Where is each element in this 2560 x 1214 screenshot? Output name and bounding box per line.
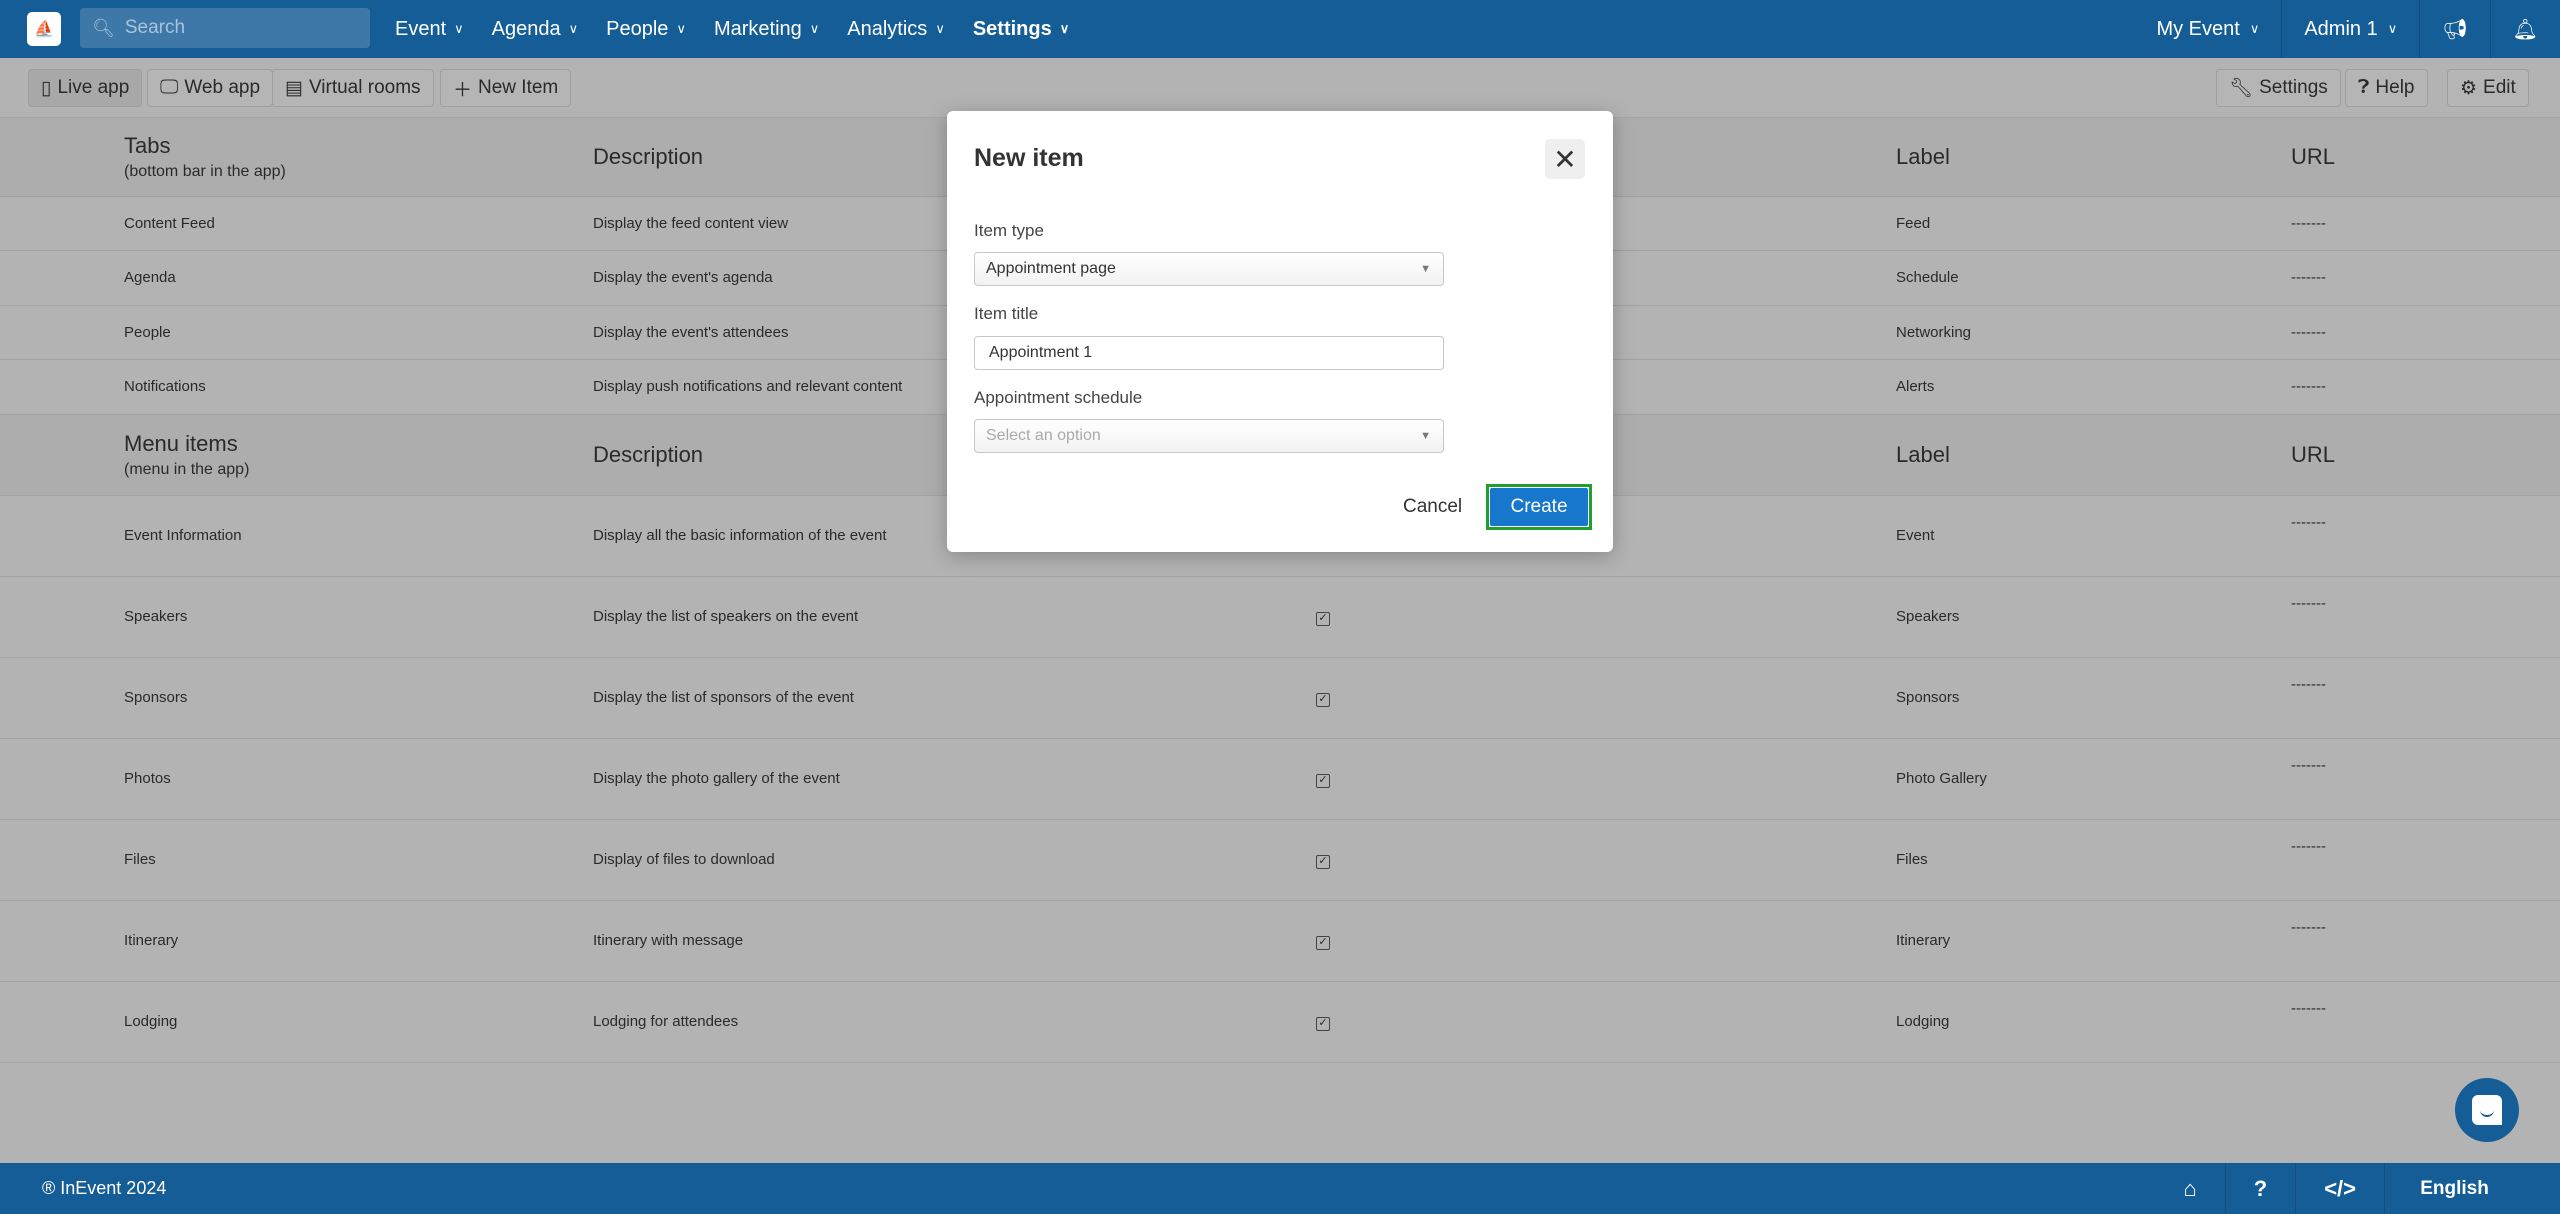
modal-title: New item	[974, 144, 1084, 172]
chevron-down-icon: ∨	[568, 21, 579, 36]
table-row[interactable]: Lodging Lodging for attendees ✓ Lodging ----…	[0, 981, 2560, 1063]
caret-down-icon: ▼	[1420, 263, 1431, 275]
help-button[interactable]: ❓︎ Help	[2345, 69, 2428, 107]
language-selector[interactable]: English	[2384, 1163, 2524, 1214]
nav-people[interactable]: People ∨	[606, 18, 686, 41]
web-app-button[interactable]: 🖵︎ Web app	[147, 69, 274, 107]
code-icon[interactable]: </>	[2295, 1163, 2384, 1214]
checkbox-checked-icon[interactable]: ✓	[1316, 692, 1330, 707]
nav-marketing[interactable]: Marketing ∨	[714, 18, 819, 41]
table-row[interactable]: Files Display of files to download ✓ Files -…	[0, 819, 2560, 901]
monitor-icon: 🖵︎	[160, 77, 179, 98]
caret-down-icon: ▼	[1420, 430, 1431, 442]
column-header: URL	[2291, 118, 2560, 197]
user-menu[interactable]: Admin 1 ∨	[2281, 0, 2419, 58]
question-circle-icon: ❓︎	[2358, 77, 2370, 98]
chevron-down-icon: ∨	[676, 21, 686, 36]
chat-icon	[2472, 1095, 2502, 1125]
cancel-button[interactable]: Cancel	[1403, 496, 1462, 518]
checkbox-checked-icon[interactable]: ✓	[1316, 935, 1330, 950]
top-nav-bar: ⛵ 🔍︎ Search Event ∨ Agenda ∨ People ∨ Marketing…	[0, 0, 2560, 58]
nav-agenda[interactable]: Agenda ∨	[492, 18, 578, 41]
table-row[interactable]: Speakers Display the list of speakers on …	[0, 576, 2560, 658]
plus-icon: ＋	[453, 79, 473, 101]
table-row[interactable]: Sponsors Display the list of sponsors of …	[0, 657, 2560, 739]
create-button[interactable]: Create	[1489, 487, 1589, 527]
chevron-down-icon: ∨	[454, 21, 464, 36]
new-item-modal: New item ✕ Item type Appointment page ▼ I…	[947, 111, 1613, 552]
chevron-down-icon: ∨	[935, 21, 945, 36]
chevron-down-icon: ∨	[1059, 21, 1070, 36]
chevron-down-icon: ∨	[809, 21, 820, 36]
settings-button[interactable]: 🔧︎ Settings	[2216, 69, 2341, 107]
search-icon: 🔍︎	[92, 17, 115, 38]
checkbox-checked-icon[interactable]: ✓	[1316, 773, 1330, 788]
column-header: Label	[1896, 118, 2291, 197]
item-type-select[interactable]: Appointment page ▼	[974, 252, 1444, 286]
wrench-icon: 🔧︎	[2229, 78, 2254, 99]
search-input[interactable]: 🔍︎ Search	[80, 8, 370, 48]
help-icon[interactable]: ?	[2224, 1163, 2295, 1214]
checkbox-checked-icon[interactable]: ✓	[1316, 854, 1330, 869]
checkbox-checked-icon[interactable]: ✓	[1316, 611, 1330, 626]
nav-event[interactable]: Event ∨	[395, 18, 464, 41]
appointment-schedule-label: Appointment schedule	[974, 388, 1143, 407]
chevron-down-icon: ∨	[2249, 21, 2260, 36]
nav-analytics[interactable]: Analytics ∨	[847, 18, 945, 41]
megaphone-icon[interactable]: 📢︎	[2419, 0, 2489, 58]
appointment-schedule-select[interactable]: Select an option ▼	[974, 419, 1444, 453]
nav-settings[interactable]: Settings ∨	[973, 18, 1069, 41]
checkbox-checked-icon[interactable]: ✓	[1316, 1016, 1330, 1031]
item-title-input[interactable]: Appointment 1	[974, 336, 1444, 370]
new-item-button[interactable]: ＋ New Item	[440, 69, 572, 107]
item-title-label: Item title	[974, 304, 1039, 323]
toolbar: ▯ Live app 🖵︎ Web app ▤ Virtual rooms ＋ New …	[0, 58, 2560, 118]
gear-icon: ⚙	[2460, 77, 2478, 99]
virtual-rooms-button[interactable]: ▤ Virtual rooms	[272, 69, 434, 107]
event-selector[interactable]: My Event ∨	[2134, 0, 2281, 58]
bell-icon[interactable]: 🔔︎	[2489, 0, 2560, 58]
store-icon: ▤	[285, 77, 303, 99]
phone-icon: ▯	[41, 77, 52, 99]
chat-launcher-button[interactable]	[2455, 1078, 2519, 1142]
column-header: URL	[2291, 414, 2560, 496]
live-app-button[interactable]: ▯ Live app	[28, 69, 143, 107]
footer: ® InEvent 2024 ⌂ ? </> English	[0, 1163, 2560, 1214]
item-type-label: Item type	[974, 221, 1044, 240]
chevron-down-icon: ∨	[2387, 21, 2398, 36]
home-icon[interactable]: ⌂	[2155, 1163, 2224, 1214]
copyright: ® InEvent 2024	[42, 1178, 167, 1198]
close-icon[interactable]: ✕	[1545, 139, 1585, 179]
table-row[interactable]: Photos Display the photo gallery of the e…	[0, 738, 2560, 820]
column-header: Label	[1896, 414, 2291, 496]
app-logo[interactable]: ⛵	[27, 12, 61, 46]
table-row[interactable]: Itinerary Itinerary with message ✓ Itinerar…	[0, 900, 2560, 982]
edit-button[interactable]: ⚙ Edit	[2447, 69, 2529, 107]
